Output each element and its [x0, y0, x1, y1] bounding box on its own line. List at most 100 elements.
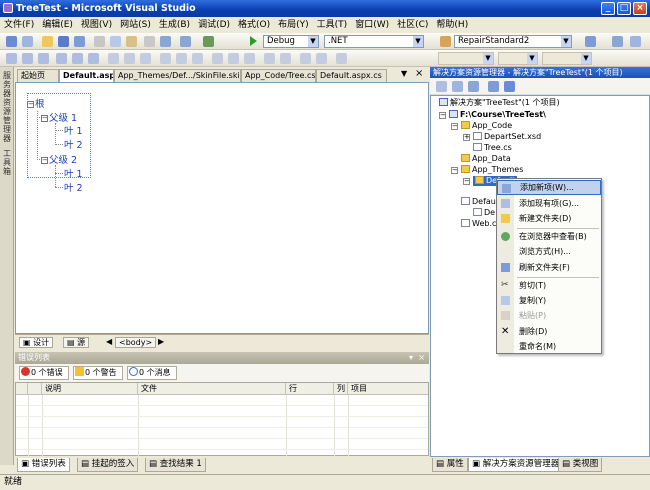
design-view-button[interactable]: ▣ 设计	[19, 337, 54, 348]
menu-build[interactable]: 生成(B)	[155, 17, 194, 33]
vspacing-decrease-icon[interactable]	[244, 53, 255, 64]
align-right-icon[interactable]	[38, 53, 49, 64]
menu-cut[interactable]: ✂ 剪切(T)	[497, 278, 601, 293]
properties-icon[interactable]	[436, 81, 447, 92]
vspacing-increase-icon[interactable]	[228, 53, 239, 64]
tree-node-root[interactable]: −根	[27, 96, 45, 110]
tab-class-view[interactable]: ▤ 类视图	[558, 458, 603, 472]
asp-config-icon[interactable]	[504, 81, 515, 92]
tab-error-list[interactable]: ▣ 错误列表	[17, 458, 70, 472]
tab-tree-cs[interactable]: App_Code/Tree.cs	[241, 69, 316, 82]
close-doc-icon[interactable]: ×	[415, 68, 423, 79]
paste-icon[interactable]	[126, 36, 137, 47]
menu-copy[interactable]: 复制(Y)	[497, 293, 601, 308]
delete-icon[interactable]	[144, 36, 155, 47]
collapse-icon[interactable]: −	[451, 167, 458, 174]
menu-browse-with[interactable]: 浏览方式(H)...	[497, 244, 601, 259]
col-project[interactable]: 项目	[348, 383, 428, 395]
lock-controls-icon[interactable]	[336, 53, 347, 64]
add-item-icon[interactable]	[22, 36, 33, 47]
design-editor[interactable]: −根 −父级 1 叶 1 叶 2 −父级 2 叶 1 叶 2	[15, 82, 429, 334]
configuration-dropdown[interactable]: Debug ▼	[263, 35, 319, 48]
tag-nav-back[interactable]: ◀	[103, 337, 115, 348]
menu-edit[interactable]: 编辑(E)	[38, 17, 77, 33]
spacing-decrease-icon[interactable]	[192, 53, 203, 64]
collapse-icon[interactable]: −	[27, 101, 34, 108]
style-dropdown[interactable]: ▼	[438, 52, 494, 65]
tree-node-leaf[interactable]: 叶 1	[64, 123, 83, 137]
folder-app-data[interactable]: App_Data	[461, 154, 511, 164]
col-column[interactable]: 列	[334, 383, 348, 395]
tab-default-aspx[interactable]: Default.aspx	[59, 69, 114, 82]
toolbox-tab[interactable]: 工具箱	[2, 149, 12, 176]
folder-app-code[interactable]: App_Code	[461, 121, 512, 131]
font-dropdown[interactable]: ▼	[498, 52, 538, 65]
collapse-icon[interactable]: −	[41, 115, 48, 122]
tab-solution-explorer[interactable]: ▣ 解决方案资源管理器	[468, 458, 564, 472]
align-center-icon[interactable]	[22, 53, 33, 64]
menu-community[interactable]: 社区(C)	[393, 17, 432, 33]
file-web-config[interactable]: Web.c	[461, 219, 496, 229]
center-vertical-icon[interactable]	[280, 53, 291, 64]
close-panel-icon[interactable]: ×	[418, 352, 425, 364]
solution-explorer-icon[interactable]	[612, 36, 623, 47]
tree-node-parent2[interactable]: −父级 2	[41, 152, 77, 166]
menu-refresh-folder[interactable]: 刷新文件夹(F)	[497, 260, 601, 275]
undo-icon[interactable]	[160, 36, 171, 47]
expand-icon[interactable]: +	[463, 134, 470, 141]
errors-filter-button[interactable]: 0 个错误	[19, 366, 69, 380]
copy-website-icon[interactable]	[488, 81, 499, 92]
tree-node-leaf[interactable]: 叶 2	[64, 137, 83, 151]
tree-node-leaf[interactable]: 叶 1	[64, 166, 83, 180]
collapse-icon[interactable]: −	[41, 157, 48, 164]
close-button[interactable]: ×	[633, 2, 647, 15]
collapse-icon[interactable]: −	[439, 112, 446, 119]
source-view-button[interactable]: ▤ 源	[63, 337, 90, 348]
project-node[interactable]: F:\Course\TreeTest\	[449, 110, 546, 120]
menu-view[interactable]: 视图(V)	[77, 17, 116, 33]
body-tag-crumb[interactable]: <body>	[115, 337, 157, 348]
menu-add-new-item[interactable]: 添加新项(W)...	[497, 180, 601, 195]
tree-node-parent1[interactable]: −父级 1	[41, 110, 77, 124]
file-default-aspx[interactable]: Defau	[461, 197, 496, 207]
save-icon[interactable]	[58, 36, 69, 47]
find-in-files-icon[interactable]	[585, 36, 596, 47]
bring-front-icon[interactable]	[300, 53, 311, 64]
menu-debug[interactable]: 调试(D)	[194, 17, 234, 33]
collapse-icon[interactable]: −	[451, 123, 458, 130]
tab-find-results[interactable]: ▤ 查找结果 1	[145, 458, 206, 472]
refresh-icon[interactable]	[452, 81, 463, 92]
col-description[interactable]: 说明	[42, 383, 138, 395]
properties-icon[interactable]	[630, 36, 641, 47]
collapse-icon[interactable]: −	[463, 178, 470, 185]
maximize-button[interactable]: □	[617, 2, 631, 15]
menu-window[interactable]: 窗口(W)	[351, 17, 393, 33]
file-departset[interactable]: DepartSet.xsd	[473, 132, 541, 142]
platform-dropdown[interactable]: .NET ▼	[324, 35, 424, 48]
solution-node[interactable]: 解决方案"TreeTest"(1 个项目)	[439, 98, 560, 108]
tab-start-page[interactable]: 起始页	[17, 69, 59, 82]
align-top-icon[interactable]	[56, 53, 67, 64]
vspacing-icon[interactable]	[212, 53, 223, 64]
find-icon[interactable]	[440, 36, 451, 47]
menu-help[interactable]: 帮助(H)	[432, 17, 472, 33]
tab-dropdown-icon[interactable]: ▼	[401, 69, 407, 78]
new-project-icon[interactable]	[6, 36, 17, 47]
server-explorer-tab[interactable]: 服务器资源管理器	[2, 71, 12, 143]
menu-format[interactable]: 格式(O)	[234, 17, 274, 33]
menu-tools[interactable]: 工具(T)	[313, 17, 352, 33]
align-middle-icon[interactable]	[72, 53, 83, 64]
warnings-filter-button[interactable]: 0 个警告	[73, 366, 123, 380]
same-height-icon[interactable]	[124, 53, 135, 64]
save-all-icon[interactable]	[74, 36, 85, 47]
center-horizontal-icon[interactable]	[264, 53, 275, 64]
same-width-icon[interactable]	[108, 53, 119, 64]
tab-skinfile[interactable]: App_Themes/Def.../SkinFile.skin	[114, 69, 241, 82]
pin-icon[interactable]: ▾	[409, 352, 413, 364]
menu-layout[interactable]: 布局(Y)	[274, 17, 313, 33]
menu-delete[interactable]: ✕ 删除(D)	[497, 324, 601, 339]
menu-new-folder[interactable]: 新建文件夹(D)	[497, 211, 601, 226]
tab-pending-checkins[interactable]: ▤ 挂起的签入	[77, 458, 139, 472]
align-left-icon[interactable]	[6, 53, 17, 64]
menu-add-existing-item[interactable]: 添加现有项(G)...	[497, 196, 601, 211]
